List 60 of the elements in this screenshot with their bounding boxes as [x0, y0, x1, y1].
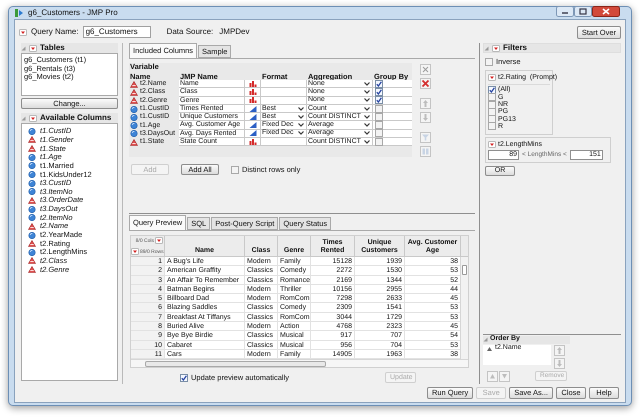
- format-cell[interactable]: [261, 138, 307, 146]
- modeling-type-cell[interactable]: [245, 113, 261, 122]
- disclosure-menu-icon[interactable]: [155, 237, 163, 244]
- disclosure-menu-icon[interactable]: [19, 28, 27, 36]
- checkbox[interactable]: [488, 86, 496, 94]
- outline-toggle-icon[interactable]: [483, 337, 488, 342]
- scroll-thumb[interactable]: [145, 361, 326, 368]
- remove-icon[interactable]: [420, 64, 431, 75]
- modeling-type-cell[interactable]: [245, 88, 261, 97]
- vertical-scrollbar[interactable]: [460, 257, 468, 359]
- checkbox[interactable]: [485, 58, 493, 66]
- disclosure-menu-icon[interactable]: [488, 141, 496, 148]
- bar-chart-icon: [248, 97, 256, 104]
- bar-chart-icon: [248, 138, 256, 145]
- section-title: Tables: [40, 43, 65, 53]
- query-name-field[interactable]: g6_Customers: [82, 26, 151, 38]
- field-label: Query Name:: [31, 26, 79, 38]
- character-column-icon: [28, 196, 36, 204]
- disclosure-menu-icon[interactable]: [131, 248, 139, 255]
- checkbox[interactable]: [231, 166, 239, 174]
- outline-toggle-icon[interactable]: [21, 46, 26, 50]
- bar-chart-icon: [248, 88, 256, 95]
- scroll-thumb[interactable]: [462, 265, 467, 275]
- modeling-type-cell[interactable]: [245, 138, 261, 146]
- app-logo-icon: [14, 8, 24, 18]
- section-title: Available Columns: [40, 113, 112, 123]
- checkbox[interactable]: [375, 121, 383, 130]
- bar-chart-icon: [248, 80, 256, 87]
- disclosure-menu-icon[interactable]: [488, 74, 496, 82]
- checkbox[interactable]: [488, 93, 496, 102]
- disclosure-menu-icon[interactable]: [29, 114, 37, 122]
- checkbox[interactable]: [375, 96, 383, 104]
- field-label: Data Source:: [166, 26, 214, 38]
- character-column-icon: [28, 240, 36, 248]
- modeling-type-cell[interactable]: [245, 121, 261, 130]
- ascending-icon[interactable]: [487, 346, 492, 351]
- clear-all-icon[interactable]: [420, 78, 431, 89]
- numeric-column-icon: [28, 248, 36, 256]
- minimize-icon[interactable]: [556, 6, 574, 16]
- disclosure-menu-icon[interactable]: [492, 44, 500, 52]
- checkbox[interactable]: [375, 80, 383, 88]
- numeric-column-icon: [28, 232, 36, 238]
- outline-toggle-icon[interactable]: [484, 46, 489, 50]
- modeling-type-cell[interactable]: [245, 80, 261, 88]
- window-title: g6_Customers - JMP Pro: [28, 7, 119, 19]
- checkbox[interactable]: [488, 122, 496, 130]
- outline-toggle-icon[interactable]: [21, 116, 26, 120]
- numeric-column-icon: [28, 128, 36, 135]
- character-column-icon: [130, 138, 138, 146]
- checkbox[interactable]: [180, 374, 188, 382]
- checkbox[interactable]: [375, 129, 383, 138]
- format-cell[interactable]: [261, 80, 307, 88]
- horizontal-scrollbar[interactable]: [131, 359, 468, 368]
- close-icon[interactable]: [592, 6, 620, 16]
- maximize-icon[interactable]: [574, 6, 592, 16]
- data-source-value: JMPDev: [219, 26, 251, 38]
- format-cell[interactable]: [261, 88, 307, 97]
- section-title: Filters: [503, 43, 528, 53]
- disclosure-menu-icon[interactable]: [29, 44, 37, 52]
- character-column-icon: [28, 222, 36, 230]
